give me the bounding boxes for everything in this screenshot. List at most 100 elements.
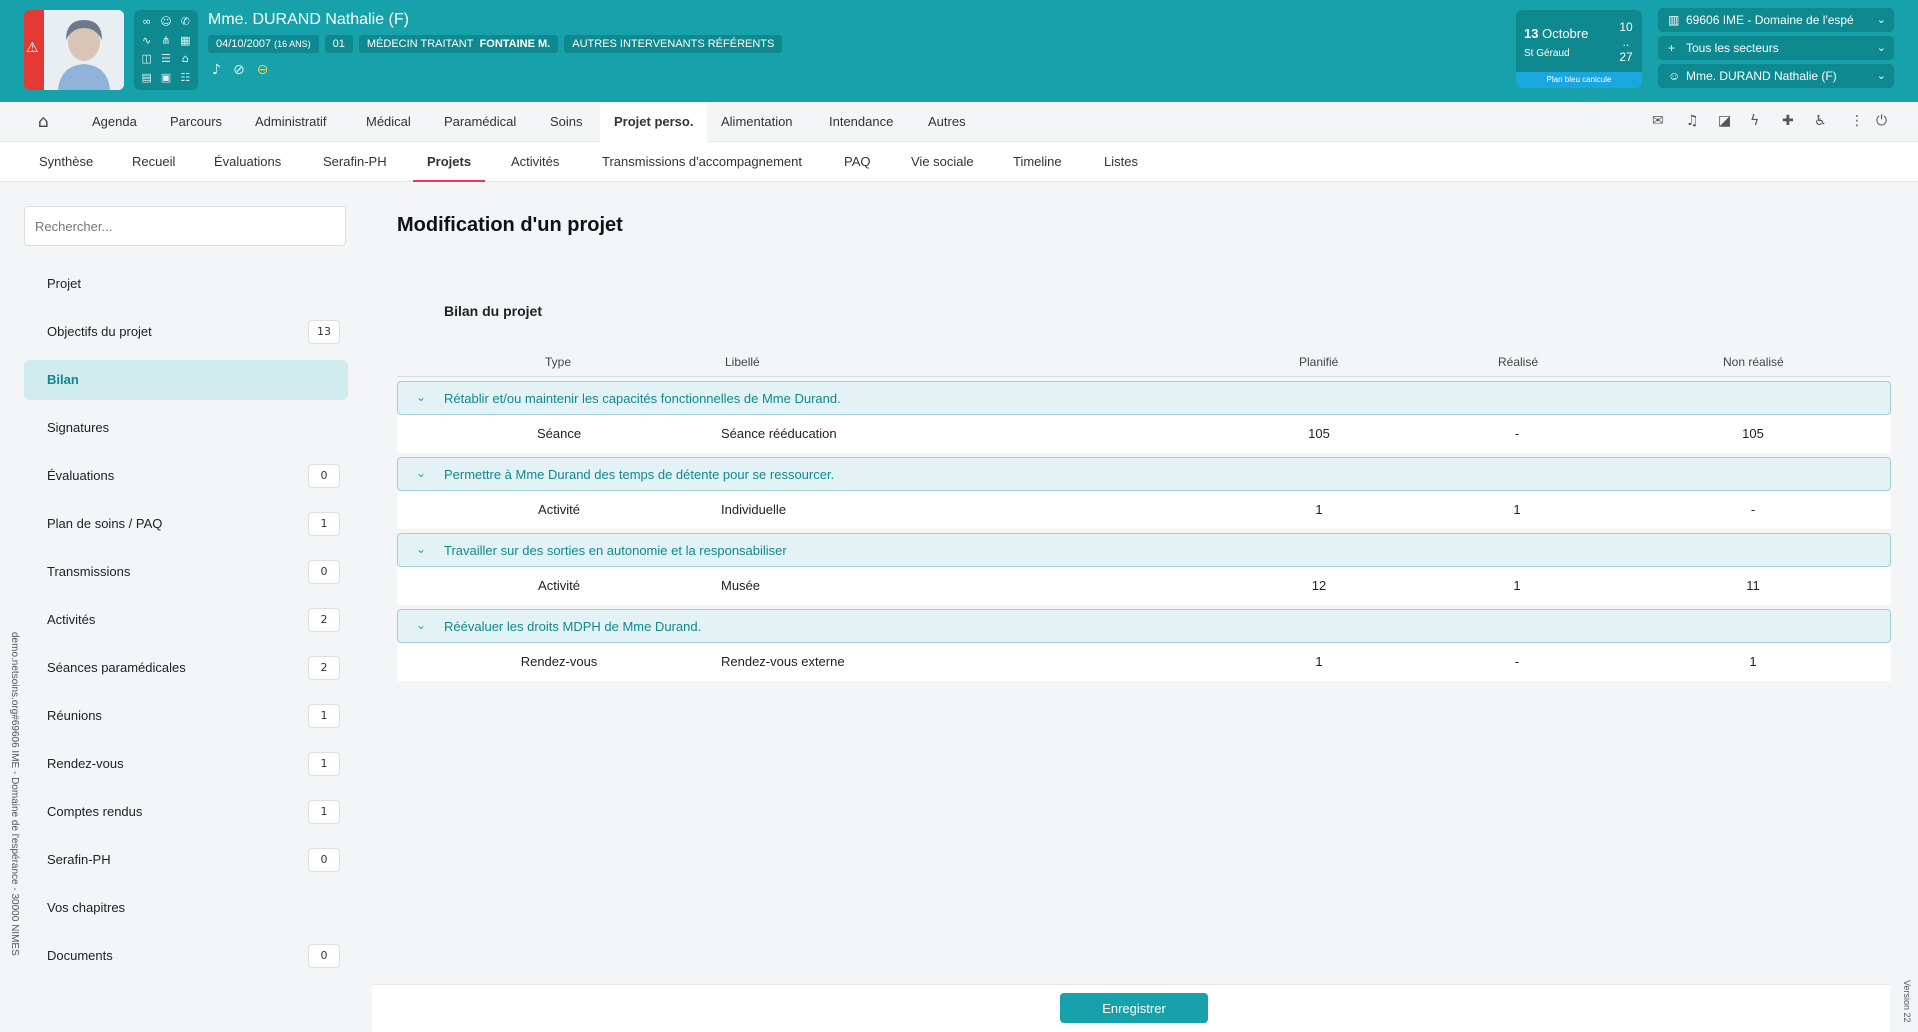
table-header: Type Libellé Planifié Réalisé Non réalis… <box>397 355 1891 377</box>
nav-alimentation[interactable]: Alimentation <box>707 102 807 142</box>
tab-projets[interactable]: Projets <box>413 142 486 182</box>
objective-title: Permettre à Mme Durand des temps de déte… <box>444 467 835 482</box>
nav-autres[interactable]: Autres <box>914 102 980 142</box>
version-label: Version 22 <box>1902 980 1912 1023</box>
sectors-value: Tous les secteurs <box>1686 41 1779 55</box>
sidebar-item-label: Projet <box>47 276 81 291</box>
sidebar-item-transmissions[interactable]: Transmissions 0 <box>24 552 348 592</box>
accessibility-icon[interactable]: ♿ <box>1814 113 1827 129</box>
glasses-icon[interactable]: ∞ <box>138 14 155 31</box>
nav-soins[interactable]: Soins <box>536 102 597 142</box>
plus-icon: + <box>1668 41 1676 55</box>
cell-planned-text: 105 <box>1308 426 1330 441</box>
nav-administratif[interactable]: Administratif <box>241 102 341 142</box>
home-icon[interactable]: ⌂ <box>38 112 49 132</box>
folder-icon[interactable]: ▣ <box>157 70 174 87</box>
tab-evaluations[interactable]: Évaluations <box>200 142 295 182</box>
birth-date-chip: 04/10/2007 (16 ANS) <box>208 35 319 53</box>
warning-icon: ⚠ <box>26 40 39 56</box>
tab-timeline[interactable]: Timeline <box>999 142 1076 182</box>
sidebar-item-label: Plan de soins / PAQ <box>47 516 163 531</box>
objective-group[interactable]: ⌄ Réévaluer les droits MDPH de Mme Duran… <box>397 609 1891 643</box>
nav-medical[interactable]: Médical <box>352 102 425 142</box>
user-select[interactable]: ☺ Mme. DURAND Nathalie (F) ⌄ <box>1658 64 1894 88</box>
alert-strip[interactable]: ⚠ <box>24 10 44 90</box>
tab-recueil[interactable]: Recueil <box>118 142 189 182</box>
table-row: Activité Musée 12 1 11 <box>397 567 1891 605</box>
sidebar-item-plan-de-soins[interactable]: Plan de soins / PAQ 1 <box>24 504 348 544</box>
save-button[interactable]: Enregistrer <box>1060 993 1208 1023</box>
chevron-down-icon[interactable]: ⌄ <box>416 542 426 556</box>
nav-intendance[interactable]: Intendance <box>815 102 907 142</box>
tab-synthese[interactable]: Synthèse <box>25 142 107 182</box>
nav-parcours[interactable]: Parcours <box>156 102 236 142</box>
nav-paramedical[interactable]: Paramédical <box>430 102 530 142</box>
network-icon[interactable]: ⋔ <box>157 33 174 50</box>
tab-transmissions-accompagnement[interactable]: Transmissions d'accompagnement <box>588 142 816 182</box>
sidebar-item-evaluations[interactable]: Évaluations 0 <box>24 456 348 496</box>
sectors-select[interactable]: + Tous les secteurs ⌄ <box>1658 36 1894 60</box>
group-icon[interactable]: ☷ <box>177 70 194 87</box>
phone-icon[interactable]: ✆ <box>177 14 194 31</box>
building-icon[interactable]: ⌂ <box>177 51 194 68</box>
date-widget[interactable]: 13 Octobre St Géraud 10 .. 27 Plan bleu … <box>1516 10 1642 88</box>
cell-done-text: - <box>1514 654 1520 669</box>
sidebar-item-label: Documents <box>47 948 113 963</box>
more-vertical-icon[interactable]: ⋮ <box>1850 113 1864 129</box>
sidebar-item-reunions[interactable]: Réunions 1 <box>24 696 348 736</box>
power-icon[interactable]: ⏻ <box>1876 113 1887 129</box>
sub-nav: Synthèse Recueil Évaluations Serafin-PH … <box>0 142 1918 182</box>
sidebar-item-serafin-ph[interactable]: Serafin-PH 0 <box>24 840 348 880</box>
pulse-icon[interactable]: ∿ <box>138 33 155 50</box>
sidebar-item-documents[interactable]: Documents 0 <box>24 936 348 976</box>
canicule-banner[interactable]: Plan bleu canicule <box>1516 72 1642 88</box>
chevron-down-icon[interactable]: ⌄ <box>416 618 426 632</box>
count-badge: 1 <box>308 512 340 536</box>
establishment-select[interactable]: ▥ 69606 IME - Domaine de l'espé ⌄ <box>1658 8 1894 32</box>
chat-icon[interactable]: ☺ <box>157 14 174 31</box>
book-icon[interactable]: ◫ <box>138 51 155 68</box>
col-type: Type <box>545 355 572 369</box>
nav-agenda[interactable]: Agenda <box>78 102 151 142</box>
doctor-label: MÉDECIN TRAITANT <box>366 38 474 50</box>
age: (16 ANS) <box>274 39 311 49</box>
sidebar-item-seances-paramedicales[interactable]: Séances paramédicales 2 <box>24 648 348 688</box>
sidebar-item-objectifs[interactable]: Objectifs du projet 13 <box>24 312 348 352</box>
search-input[interactable] <box>24 206 346 246</box>
sidebar-item-rendez-vous[interactable]: Rendez-vous 1 <box>24 744 348 784</box>
other-referents-chip[interactable]: AUTRES INTERVENANTS RÉFÉRENTS <box>564 35 783 53</box>
date-day: 13 Octobre <box>1524 26 1588 41</box>
list-icon[interactable]: ☰ <box>157 51 174 68</box>
sidebar-item-signatures[interactable]: Signatures <box>24 408 348 448</box>
sidebar-item-activites[interactable]: Activités 2 <box>24 600 348 640</box>
document-icon[interactable]: ▤ <box>138 70 155 87</box>
objective-group[interactable]: ⌄ Rétablir et/ou maintenir les capacités… <box>397 381 1891 415</box>
sidebar-item-projet[interactable]: Projet <box>24 264 348 304</box>
cell-done-text: 1 <box>1513 578 1521 593</box>
bell-icon[interactable]: ♫ <box>1686 113 1699 129</box>
objective-group[interactable]: ⌄ Travailler sur des sorties en autonomi… <box>397 533 1891 567</box>
patient-avatar[interactable] <box>44 10 124 90</box>
objective-group[interactable]: ⌄ Permettre à Mme Durand des temps de dé… <box>397 457 1891 491</box>
tab-vie-sociale[interactable]: Vie sociale <box>897 142 988 182</box>
tab-paq[interactable]: PAQ <box>830 142 885 182</box>
sidebar-item-vos-chapitres[interactable]: Vos chapitres <box>24 888 348 928</box>
tab-activites[interactable]: Activités <box>497 142 573 182</box>
nav-projet-perso[interactable]: Projet perso. <box>600 102 708 142</box>
chevron-down-icon[interactable]: ⌄ <box>416 466 426 480</box>
count-badge: 2 <box>308 608 340 632</box>
sidebar-item-label: Évaluations <box>47 468 115 483</box>
bolt-icon[interactable]: ϟ <box>1750 113 1759 129</box>
sidebar-item-bilan[interactable]: Bilan <box>24 360 348 400</box>
sidebar-item-comptes-rendus[interactable]: Comptes rendus 1 <box>24 792 348 832</box>
doctor-chip[interactable]: MÉDECIN TRAITANT FONTAINE M. <box>358 35 559 53</box>
tab-serafin-ph[interactable]: Serafin-PH <box>309 142 401 182</box>
note-icon[interactable]: ◪ <box>1718 113 1731 129</box>
tab-listes[interactable]: Listes <box>1090 142 1152 182</box>
calendar-icon[interactable]: ▦ <box>177 33 194 50</box>
building-icon: ▥ <box>1668 13 1680 27</box>
mail-icon[interactable]: ✉ <box>1652 113 1664 129</box>
chevron-down-icon[interactable]: ⌄ <box>416 390 426 404</box>
counter-bottom: 27 <box>1619 50 1633 64</box>
puzzle-icon[interactable]: ✚ <box>1782 113 1794 129</box>
